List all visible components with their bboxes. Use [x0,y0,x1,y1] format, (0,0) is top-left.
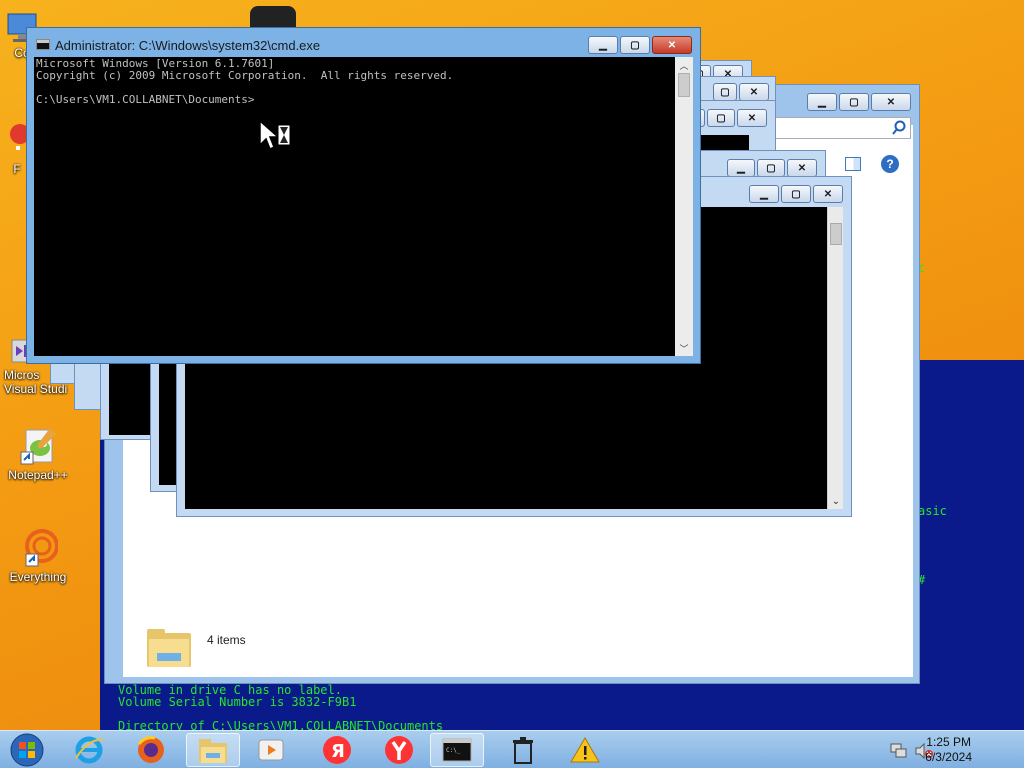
preview-pane-icon[interactable] [845,157,861,171]
clock-date: 6/3/2024 [925,750,972,764]
maximize-button[interactable]: ▢ [757,159,785,177]
start-button[interactable] [0,733,54,767]
help-icon[interactable]: ? [881,155,899,173]
minimize-button[interactable]: ▁ [807,93,837,111]
recycle-bin-icon[interactable] [496,733,550,767]
everything-icon [18,528,59,568]
notepad-plus-plus-icon [18,426,58,466]
close-button[interactable]: ✕ [739,83,769,101]
cmd-taskbar-icon[interactable]: C:\_ [430,733,484,767]
desktop-icon-everything[interactable]: Everything [2,528,74,584]
console-output[interactable]: Microsoft Windows [Version 6.1.7601] Cop… [34,57,675,356]
scrollbar-thumb[interactable] [830,223,842,245]
yandex-browser-icon[interactable]: Я [310,733,364,767]
desktop-icon-label: Everything [9,570,67,584]
maximize-button[interactable]: ▢ [620,36,650,54]
console-line: Volume Serial Number is 3832-F9B1 [118,695,357,709]
close-button[interactable]: ✕ [813,185,843,203]
maximize-button[interactable]: ▢ [839,93,869,111]
scrollbar-thumb[interactable] [678,73,690,97]
cmd-window[interactable]: Administrator: C:\Windows\system32\cmd.e… [26,27,701,364]
scroll-down-arrow[interactable]: ⌄ [828,496,844,507]
scroll-down-arrow[interactable]: ﹀ [675,342,693,356]
search-icon[interactable] [891,120,907,136]
close-button[interactable]: ✕ [652,36,692,54]
window-title: Administrator: C:\Windows\system32\cmd.e… [55,38,321,53]
desktop-icon-label: F [13,162,21,176]
clock-time: 1:25 PM [926,735,971,749]
busy-cursor-icon [258,119,294,156]
console-fragment: asic [918,504,947,518]
system-clock[interactable]: 1:25 PM 6/3/2024 [925,735,972,765]
maximize-button[interactable]: ▢ [781,185,811,203]
close-button[interactable]: ✕ [871,93,911,111]
scroll-up-arrow[interactable]: ︿ [675,59,693,73]
status-item-count: 4 items [207,633,246,647]
minimize-button[interactable]: ▁ [727,159,755,177]
close-button[interactable]: ✕ [787,159,817,177]
explorer-window-controls: ▁ ▢ ✕ [807,93,911,111]
window-controls: ▁ ▢ ✕ [727,159,817,177]
scrollbar[interactable]: ⌄ [827,207,843,509]
network-tray-icon[interactable] [890,743,908,764]
window-controls: ▁ ▢ ✕ [588,36,692,54]
media-player-icon[interactable] [244,733,298,767]
taskbar: Я C:\_ 1:25 PM 6/3/2024 [0,730,1024,768]
svg-text:C:\_: C:\_ [446,747,461,754]
cmd-icon [36,39,50,50]
console-line: Copyright (c) 2009 Microsoft Corporation… [36,69,454,82]
file-explorer-icon[interactable] [186,733,240,767]
minimize-button[interactable]: ▁ [588,36,618,54]
yandex-icon[interactable] [372,733,426,767]
maximize-button[interactable]: ▢ [713,83,737,101]
window-controls: ▢ ✕ [713,83,769,101]
desktop-icon-label: Notepad++ [8,468,68,482]
window-controls: ▁ ▢ ✕ [749,185,843,203]
folder-icon [145,625,193,676]
console-prompt: C:\Users\VM1.COLLABNET\Documents> [36,93,255,106]
close-button[interactable]: ✕ [737,109,767,127]
firefox-icon[interactable] [124,733,178,767]
warning-icon[interactable] [558,733,612,767]
desktop-icon-notepad-plus-plus[interactable]: Notepad++ [2,426,74,482]
scrollbar[interactable]: ︿ ﹀ [675,57,693,356]
internet-explorer-icon[interactable] [62,733,116,767]
minimize-button[interactable]: ▁ [749,185,779,203]
svg-text:Я: Я [331,741,345,762]
maximize-button[interactable]: ▢ [707,109,735,127]
